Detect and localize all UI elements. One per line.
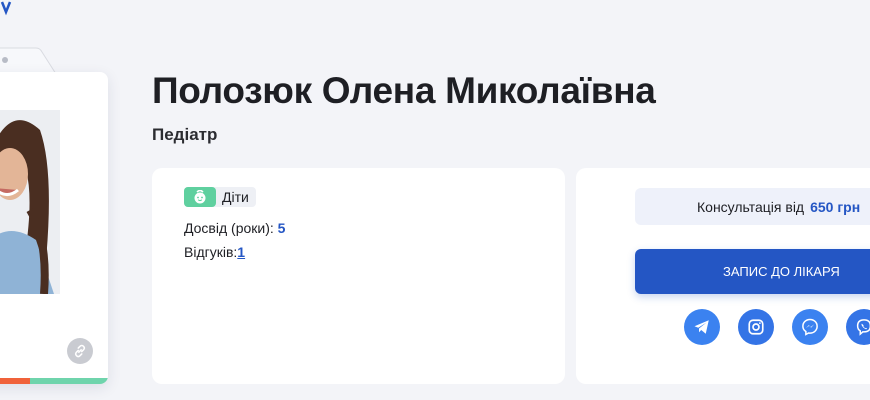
book-appointment-button[interactable]: ЗАПИС ДО ЛІКАРЯ (635, 249, 870, 294)
reviews-label: Відгуків: (184, 244, 238, 260)
viber-icon (856, 319, 870, 336)
price-box: Консультація від 650 грн (635, 188, 870, 225)
experience-row: Досвід (роки): 5 (184, 220, 285, 236)
experience-label: Досвід (роки): (184, 220, 274, 236)
copy-link-button[interactable] (67, 338, 93, 364)
badge-stripe-orange (0, 378, 30, 384)
experience-value: 5 (277, 220, 286, 236)
reviews-count-link[interactable]: 1 (237, 244, 245, 260)
doctor-portrait (0, 110, 60, 294)
telegram-link[interactable] (684, 309, 720, 345)
site-logo-fragment (0, 1, 12, 16)
viber-link[interactable] (846, 309, 870, 345)
instagram-link[interactable] (738, 309, 774, 345)
messenger-icon (802, 318, 818, 336)
doctor-specialty: Педіатр (152, 125, 218, 144)
doctor-photo (0, 110, 60, 294)
telegram-icon (694, 320, 709, 334)
booking-card: Консультація від 650 грн ЗАПИС ДО ЛІКАРЯ (576, 168, 870, 384)
patients-tag: Діти (184, 187, 256, 207)
link-icon (74, 344, 86, 358)
child-face-icon (184, 187, 216, 207)
doctor-info-card: Діти Досвід (роки): 5 Відгуків:1 (152, 168, 565, 384)
patients-tag-label: Діти (222, 189, 249, 205)
doctor-photo-card (0, 72, 108, 384)
doctor-name: Полозюк Олена Миколаївна (152, 70, 656, 111)
price-value: 650 грн (810, 198, 861, 215)
messenger-link[interactable] (792, 309, 828, 345)
instagram-icon (748, 319, 764, 335)
badge-stripe-green (30, 378, 108, 384)
social-links (576, 309, 870, 345)
reviews-row: Відгуків:1 (184, 244, 245, 260)
price-label: Консультація від (697, 198, 805, 215)
